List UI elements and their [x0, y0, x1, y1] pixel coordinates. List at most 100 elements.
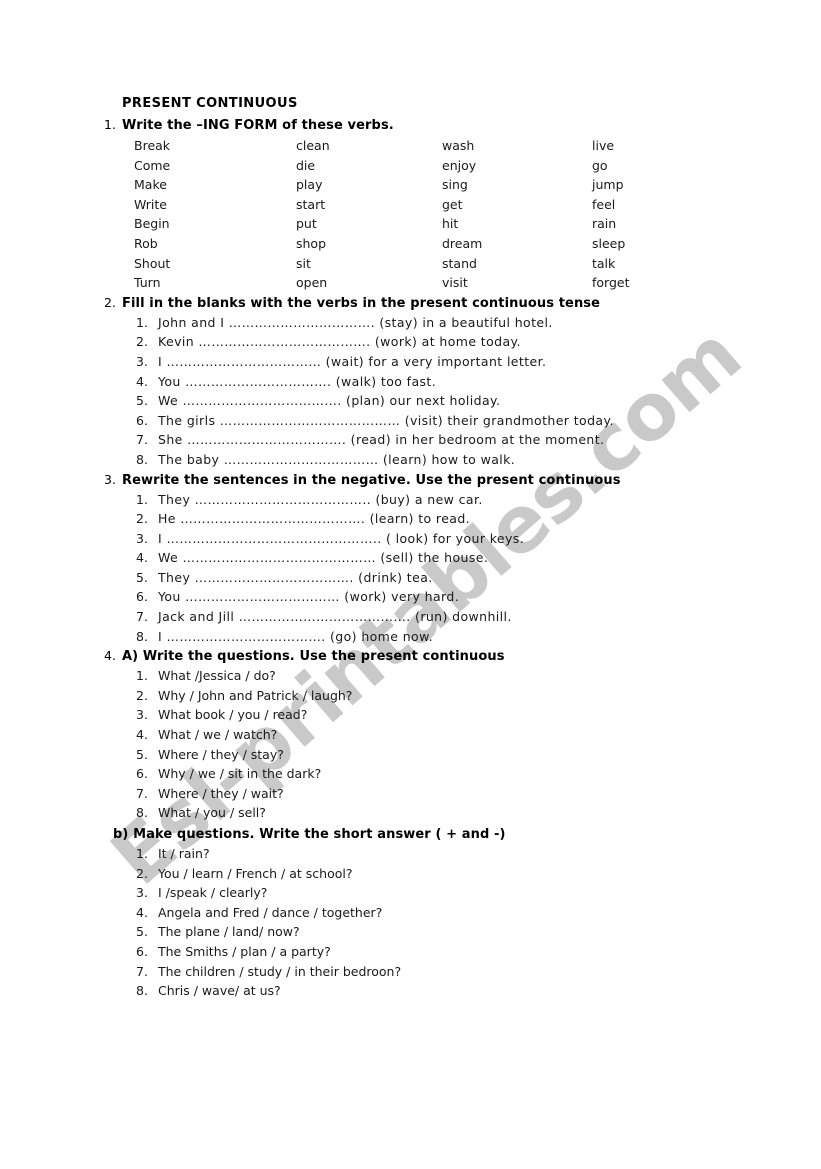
item-text[interactable]: He ……………………………………. (learn) to read. — [158, 509, 470, 529]
item-text[interactable]: We ………………………………. (plan) our next holiday… — [158, 391, 500, 411]
item-text[interactable]: You / learn / French / at school? — [158, 864, 352, 884]
section-2-items: 1. John and I ……………………………. (stay) in a b… — [104, 313, 764, 470]
list-item: 2. Why / John and Patrick / laugh? — [104, 686, 764, 706]
item-text[interactable]: I ………………………………………….. ( look) for your ke… — [158, 529, 524, 549]
verb-cell: Rob — [134, 235, 158, 251]
section-4-number: 4. — [104, 648, 116, 664]
item-number: 5. — [136, 393, 148, 409]
verb-cell: feel — [592, 196, 616, 212]
item-number: 6. — [136, 412, 148, 428]
verb-row: Break clean wash live — [134, 136, 764, 156]
item-number: 6. — [136, 943, 148, 959]
item-text[interactable]: Chris / wave/ at us? — [158, 981, 281, 1001]
verb-row: Make play sing jump — [134, 175, 764, 195]
list-item: 4. Angela and Fred / dance / together? — [104, 903, 764, 923]
section-4-items: 1. What /Jessica / do? 2. Why / John and… — [104, 666, 764, 823]
page-title: PRESENT CONTINUOUS — [122, 96, 298, 111]
item-number: 4. — [136, 550, 148, 566]
item-number: 8. — [136, 805, 148, 821]
list-item: 5. We ………………………………. (plan) our next holi… — [104, 391, 764, 411]
section-1-number: 1. — [104, 117, 116, 132]
verb-cell: Turn — [134, 275, 161, 291]
verb-cell: clean — [296, 138, 330, 153]
verb-cell: start — [296, 196, 326, 212]
verb-row: Begin put hit rain — [134, 214, 764, 234]
item-text[interactable]: They ………………………………. (drink) tea. — [158, 568, 433, 588]
item-number: 4. — [136, 904, 148, 920]
item-number: 3. — [136, 885, 148, 901]
list-item: 7. She ………………………………. (read) in her bedro… — [104, 430, 764, 450]
verb-cell: Make — [134, 177, 167, 193]
section-4-heading: 4. A) Write the questions. Use the prese… — [104, 646, 764, 666]
subsection-b-title: b) Make questions. Write the short answe… — [113, 827, 506, 842]
section-3: 3. Rewrite the sentences in the negative… — [104, 470, 764, 647]
item-text[interactable]: I ………………………………. (go) home now. — [158, 627, 433, 647]
verb-row: Write start get feel — [134, 195, 764, 215]
item-text[interactable]: The Smiths / plan / a party? — [158, 942, 331, 962]
item-text[interactable]: We ……………………………………… (sell) the house. — [158, 548, 488, 568]
verb-cell: Write — [134, 196, 168, 212]
item-number: 7. — [136, 963, 148, 979]
item-text[interactable]: I ……………………………… (wait) for a very importa… — [158, 352, 546, 372]
section-3-number: 3. — [104, 471, 116, 487]
item-text[interactable]: It / rain? — [158, 844, 210, 864]
item-text[interactable]: Why / we / sit in the dark? — [158, 764, 321, 784]
item-text[interactable]: The children / study / in their bedroon? — [158, 962, 401, 982]
verb-cell: live — [592, 138, 615, 153]
subsection-b: b) Make questions. Write the short answe… — [104, 823, 764, 1001]
section-2-number: 2. — [104, 294, 116, 310]
item-text[interactable]: I /speak / clearly? — [158, 883, 267, 903]
item-number: 5. — [136, 924, 148, 940]
verb-cell: talk — [592, 255, 616, 271]
item-text[interactable]: You ……………………………. (walk) too fast. — [158, 372, 436, 392]
item-text[interactable]: Angela and Fred / dance / together? — [158, 903, 382, 923]
item-text[interactable]: She ………………………………. (read) in her bedroom … — [158, 430, 604, 450]
item-text[interactable]: The plane / land/ now? — [158, 922, 300, 942]
verb-row: Rob shop dream sleep — [134, 234, 764, 254]
item-text[interactable]: What book / you / read? — [158, 705, 307, 725]
list-item: 8. What / you / sell? — [104, 803, 764, 823]
item-text[interactable]: You ……………………………… (work) very hard. — [158, 587, 459, 607]
verb-cell: open — [296, 275, 328, 291]
item-text[interactable]: What /Jessica / do? — [158, 666, 276, 686]
item-number: 8. — [136, 451, 148, 467]
item-text[interactable]: Why / John and Patrick / laugh? — [158, 686, 352, 706]
list-item: 5. Where / they / stay? — [104, 745, 764, 765]
item-text[interactable]: John and I ……………………………. (stay) in a beau… — [158, 313, 553, 333]
item-text[interactable]: What / we / watch? — [158, 725, 277, 745]
verb-cell: sit — [296, 255, 311, 271]
section-4: 4. A) Write the questions. Use the prese… — [104, 646, 764, 823]
verb-cell: die — [296, 157, 316, 173]
verb-cell: rain — [592, 216, 617, 232]
list-item: 3. I ………………………………………….. ( look) for your… — [104, 529, 764, 549]
item-number: 1. — [136, 314, 148, 330]
item-text[interactable]: The baby ……………………………… (learn) how to wal… — [158, 450, 515, 470]
verb-cell: Begin — [134, 216, 170, 232]
section-2-heading: 2. Fill in the blanks with the verbs in … — [104, 293, 764, 313]
verb-cell: Come — [134, 157, 171, 173]
item-number: 1. — [136, 846, 148, 861]
item-text[interactable]: The girls …………………………………… (visit) their g… — [158, 411, 614, 431]
item-number: 7. — [136, 432, 148, 448]
item-number: 1. — [136, 668, 148, 684]
item-text[interactable]: They ………………………………….. (buy) a new car. — [158, 490, 483, 510]
worksheet-page: PRESENT CONTINUOUS 1. Write the –ING FOR… — [0, 0, 821, 1169]
list-item: 8. I ………………………………. (go) home now. — [104, 627, 764, 647]
verb-cell: get — [442, 196, 463, 212]
list-item: 7. Jack and Jill …………………………………. (run) do… — [104, 607, 764, 627]
item-text[interactable]: Jack and Jill …………………………………. (run) downh… — [158, 607, 512, 627]
item-text[interactable]: Kevin …………………………………. (work) at home toda… — [158, 332, 521, 352]
section-2: 2. Fill in the blanks with the verbs in … — [104, 293, 764, 470]
verb-cell: dream — [442, 235, 483, 251]
item-text[interactable]: Where / they / stay? — [158, 745, 284, 765]
list-item: 3. I ……………………………… (wait) for a very impo… — [104, 352, 764, 372]
item-number: 8. — [136, 983, 148, 999]
item-text[interactable]: What / you / sell? — [158, 803, 266, 823]
verb-cell: wash — [442, 138, 475, 153]
item-number: 3. — [136, 530, 148, 546]
item-number: 6. — [136, 766, 148, 782]
item-number: 1. — [136, 491, 148, 507]
verb-cell: hit — [442, 216, 459, 232]
item-number: 8. — [136, 628, 148, 644]
item-text[interactable]: Where / they / wait? — [158, 784, 284, 804]
